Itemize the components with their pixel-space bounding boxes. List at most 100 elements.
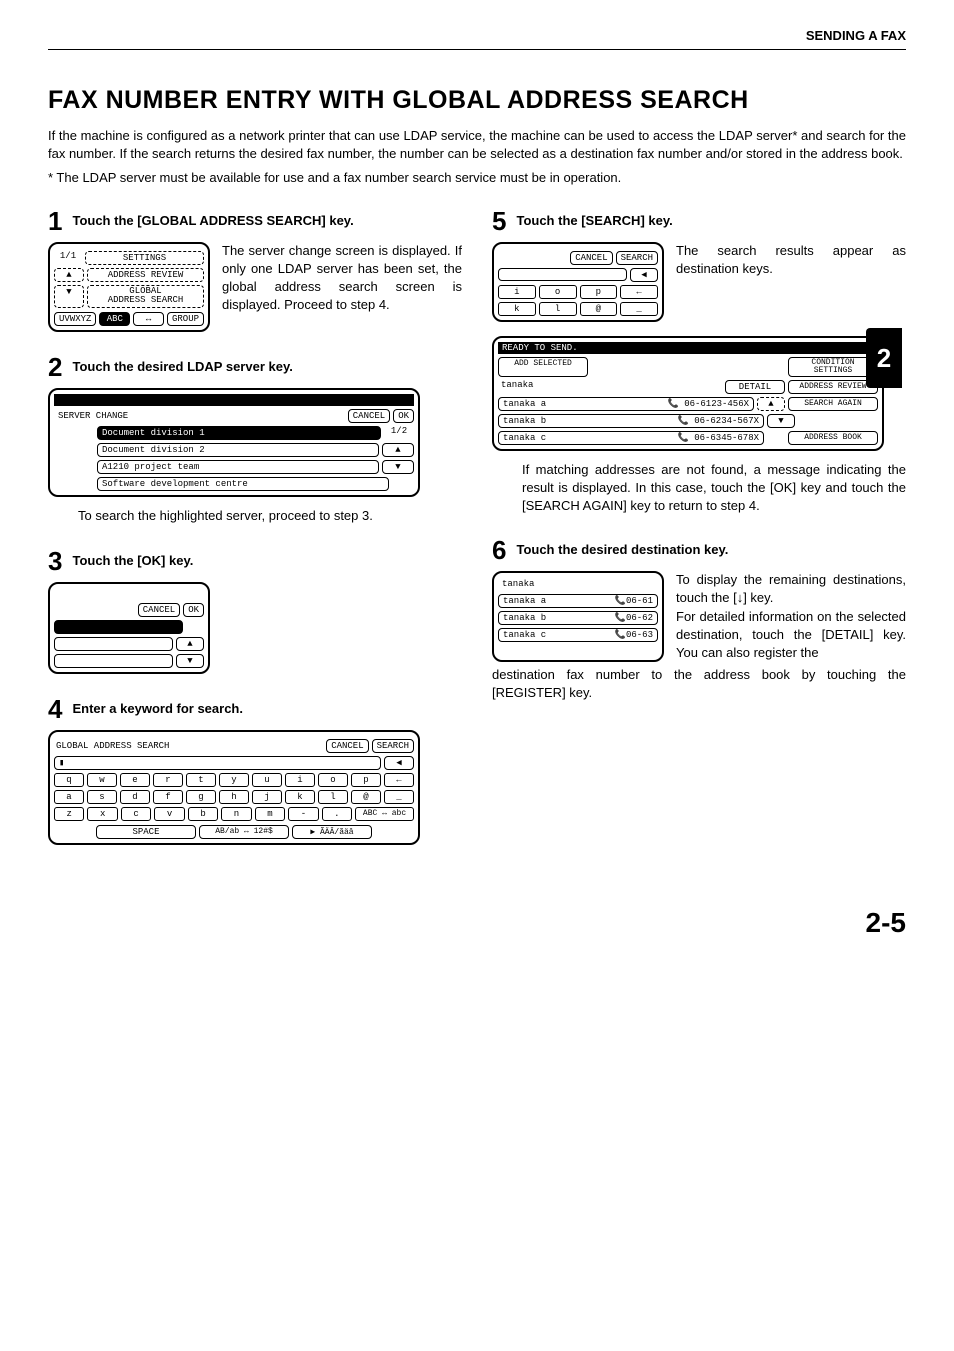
key-o[interactable]: o <box>539 285 577 299</box>
scroll-up-icon[interactable]: ▲ <box>176 637 204 651</box>
scroll-up-icon[interactable]: ▲ <box>757 397 785 411</box>
key-p[interactable]: p <box>580 285 618 299</box>
key-mode-accents[interactable]: ▶ ÃÄÂ/ãäâ <box>292 825 372 839</box>
lcd-panel-destination: tanaka tanaka a📞06-61 tanaka b📞06-62 tan… <box>492 571 664 662</box>
backspace-icon[interactable]: ◀ <box>630 268 658 282</box>
key-q[interactable]: q <box>54 773 84 787</box>
key-f[interactable]: f <box>153 790 183 804</box>
server-row[interactable] <box>54 654 173 668</box>
key-k[interactable]: k <box>498 302 536 316</box>
key-n[interactable]: n <box>221 807 251 821</box>
ok-button[interactable]: OK <box>183 603 204 617</box>
step-number: 3 <box>48 548 62 574</box>
key-backspace[interactable]: ← <box>620 285 658 299</box>
key-w[interactable]: w <box>87 773 117 787</box>
tab-group[interactable]: GROUP <box>167 312 204 326</box>
result-row[interactable]: tanaka c📞06-63 <box>498 628 658 642</box>
add-selected-button[interactable]: ADD SELECTED <box>498 357 588 377</box>
key-y[interactable]: y <box>219 773 249 787</box>
search-input[interactable]: ▮ <box>54 756 381 770</box>
step-number: 1 <box>48 208 62 234</box>
address-review-button[interactable]: ADDRESS REVIEW <box>87 268 204 282</box>
key-h[interactable]: h <box>219 790 249 804</box>
scroll-up-icon[interactable]: ▲ <box>382 443 414 457</box>
key-p[interactable]: p <box>351 773 381 787</box>
key-space[interactable]: SPACE <box>96 825 196 839</box>
search-button[interactable]: SEARCH <box>372 739 414 753</box>
key-u[interactable]: u <box>252 773 282 787</box>
search-button[interactable]: SEARCH <box>616 251 658 265</box>
scroll-down-icon[interactable]: ▼ <box>382 460 414 474</box>
key-underscore[interactable]: _ <box>384 790 414 804</box>
detail-button[interactable]: DETAIL <box>725 380 785 394</box>
scroll-down-icon[interactable]: ▼ <box>54 285 84 309</box>
settings-button[interactable]: SETTINGS <box>85 251 204 265</box>
key-c[interactable]: c <box>121 807 151 821</box>
scroll-down-icon[interactable]: ▼ <box>767 414 795 428</box>
side-chapter-tab: 2 <box>866 328 902 388</box>
key-underscore[interactable]: _ <box>620 302 658 316</box>
server-row[interactable]: Document division 2 <box>97 443 379 457</box>
key-g[interactable]: g <box>186 790 216 804</box>
address-review-button[interactable]: ADDRESS REVIEW <box>788 380 878 394</box>
result-row[interactable]: tanaka c📞 06-6345-678X <box>498 431 764 445</box>
ok-button[interactable]: OK <box>393 409 414 423</box>
key-i[interactable]: i <box>285 773 315 787</box>
step-1: 1 Touch the [GLOBAL ADDRESS SEARCH] key.… <box>48 208 462 333</box>
server-row[interactable]: A1210 project team <box>97 460 379 474</box>
server-row[interactable]: Software development centre <box>97 477 389 491</box>
key-t[interactable]: t <box>186 773 216 787</box>
result-row[interactable]: tanaka a📞06-61 <box>498 594 658 608</box>
key-e[interactable]: e <box>120 773 150 787</box>
screen-label: SERVER CHANGE <box>54 411 345 421</box>
cancel-button[interactable]: CANCEL <box>570 251 612 265</box>
key-period[interactable]: . <box>322 807 352 821</box>
key-backspace[interactable]: ← <box>384 773 414 787</box>
key-o[interactable]: o <box>318 773 348 787</box>
key-l[interactable]: l <box>318 790 348 804</box>
cancel-button[interactable]: CANCEL <box>348 409 390 423</box>
key-at[interactable]: @ <box>351 790 381 804</box>
key-v[interactable]: v <box>154 807 184 821</box>
key-a[interactable]: a <box>54 790 84 804</box>
step-title: Touch the [SEARCH] key. <box>516 208 672 230</box>
tab-uvwxyz[interactable]: UVWXYZ <box>54 312 96 326</box>
key-s[interactable]: s <box>87 790 117 804</box>
step-description: The search results appear as destination… <box>676 242 906 322</box>
step-4: 4 Enter a keyword for search. GLOBAL ADD… <box>48 696 462 845</box>
key-j[interactable]: j <box>252 790 282 804</box>
key-i[interactable]: i <box>498 285 536 299</box>
backspace-icon[interactable]: ◀ <box>384 756 414 770</box>
cancel-button[interactable]: CANCEL <box>326 739 368 753</box>
scroll-up-icon[interactable]: ▲ <box>54 268 84 282</box>
key-mode-alpha-num[interactable]: AB/ab ↔ 12#$ <box>199 825 289 839</box>
key-at[interactable]: @ <box>580 302 618 316</box>
key-d[interactable]: d <box>120 790 150 804</box>
key-z[interactable]: z <box>54 807 84 821</box>
search-again-button[interactable]: SEARCH AGAIN <box>788 397 878 411</box>
condition-settings-button[interactable]: CONDITION SETTINGS <box>788 357 878 377</box>
tab-abc[interactable]: ABC <box>99 312 130 326</box>
server-row[interactable]: Document division 1 <box>97 426 381 440</box>
key-l[interactable]: l <box>539 302 577 316</box>
scroll-down-icon[interactable]: ▼ <box>176 654 204 668</box>
address-book-button[interactable]: ADDRESS BOOK <box>788 431 878 445</box>
key-k[interactable]: k <box>285 790 315 804</box>
result-row[interactable]: tanaka b📞 06-6234-567X <box>498 414 764 428</box>
result-row[interactable]: tanaka a📞 06-6123-456X <box>498 397 754 411</box>
key-b[interactable]: b <box>188 807 218 821</box>
key-m[interactable]: m <box>255 807 285 821</box>
server-row-selected[interactable] <box>54 620 183 634</box>
tab-switch-icon[interactable]: ↔ <box>133 312 164 326</box>
key-case-toggle[interactable]: ABC ↔ abc <box>355 807 414 821</box>
global-address-search-button[interactable]: GLOBAL ADDRESS SEARCH <box>87 285 204 309</box>
search-input[interactable] <box>498 268 627 281</box>
key-x[interactable]: x <box>87 807 117 821</box>
key-dash[interactable]: - <box>288 807 318 821</box>
step-body-text: If matching addresses are not found, a m… <box>522 461 906 516</box>
step-body-text: To search the highlighted server, procee… <box>78 507 462 525</box>
server-row[interactable] <box>54 637 173 651</box>
key-r[interactable]: r <box>153 773 183 787</box>
cancel-button[interactable]: CANCEL <box>138 603 180 617</box>
result-row[interactable]: tanaka b📞06-62 <box>498 611 658 625</box>
